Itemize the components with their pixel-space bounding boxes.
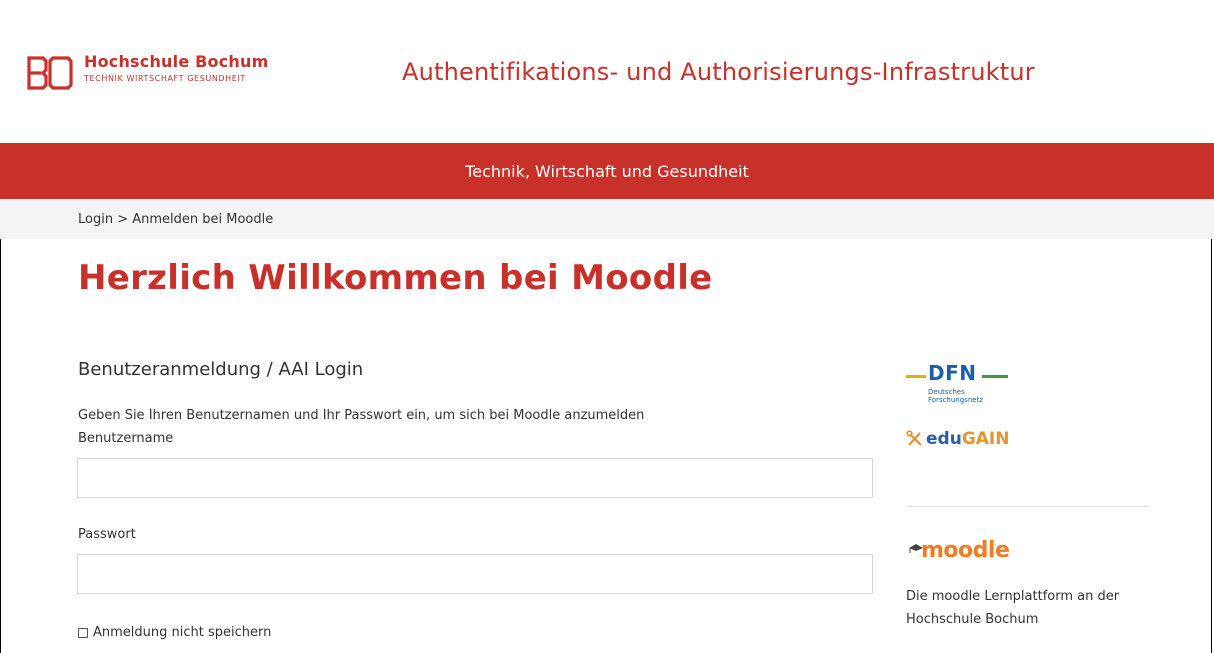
username-input[interactable]	[77, 458, 873, 498]
logo-subtitle: TECHNIK WIRTSCHAFT GESUNDHEIT	[84, 74, 246, 83]
moodle-description: Die moodle Lernplattform an der Hochschu…	[906, 589, 1120, 627]
remember-checkbox[interactable]	[78, 627, 88, 638]
edugain-logo[interactable]: edu GAIN	[906, 429, 1009, 449]
remember-option[interactable]: Anmeldung nicht speichern	[78, 625, 271, 640]
dfn-logo[interactable]: DFN Deutsches Forschungsnetz	[906, 361, 1016, 405]
moodle-logo[interactable]: moodle	[908, 538, 1010, 563]
site-title: Authentifikations- und Authorisierungs-I…	[402, 58, 1035, 86]
edugain-edu: edu	[926, 429, 962, 449]
breadcrumb[interactable]: Login > Anmelden bei Moodle	[78, 212, 273, 227]
password-input[interactable]	[77, 554, 873, 594]
remember-label: Anmeldung nicht speichern	[93, 625, 272, 640]
banner-bar: Technik, Wirtschaft und Gesundheit	[0, 143, 1214, 199]
dfn-line-left	[906, 375, 926, 378]
dfn-sub-line-1: Deutsches	[928, 388, 965, 396]
bo-logo-icon	[27, 56, 73, 90]
sidebar-divider	[906, 506, 1150, 507]
edugain-tools-icon	[906, 430, 922, 446]
dfn-word: DFN	[928, 361, 977, 385]
edugain-gain: GAIN	[961, 429, 1010, 449]
logo-title: Hochschule Bochum	[84, 52, 269, 71]
dfn-sub-line-2: Forschungsnetz	[928, 396, 983, 404]
username-label: Benutzername	[78, 431, 174, 446]
hochschule-bochum-logo[interactable]: Hochschule Bochum TECHNIK WIRTSCHAFT GES…	[26, 52, 286, 96]
password-label: Passwort	[78, 527, 136, 542]
page-title: Herzlich Willkommen bei Moodle	[78, 258, 713, 298]
moodle-wordmark: moodle	[921, 538, 1010, 563]
login-heading: Benutzeranmeldung / AAI Login	[78, 359, 364, 380]
site-header: Hochschule Bochum TECHNIK WIRTSCHAFT GES…	[0, 0, 1214, 143]
banner-text: Technik, Wirtschaft und Gesundheit	[465, 161, 749, 181]
dfn-subtitle: Deutsches Forschungsnetz	[928, 388, 983, 404]
breadcrumb-bar: Login > Anmelden bei Moodle	[0, 199, 1214, 239]
dfn-line-right	[982, 375, 1008, 378]
login-intro-text: Geben Sie Ihren Benutzernamen und Ihr Pa…	[78, 408, 645, 423]
